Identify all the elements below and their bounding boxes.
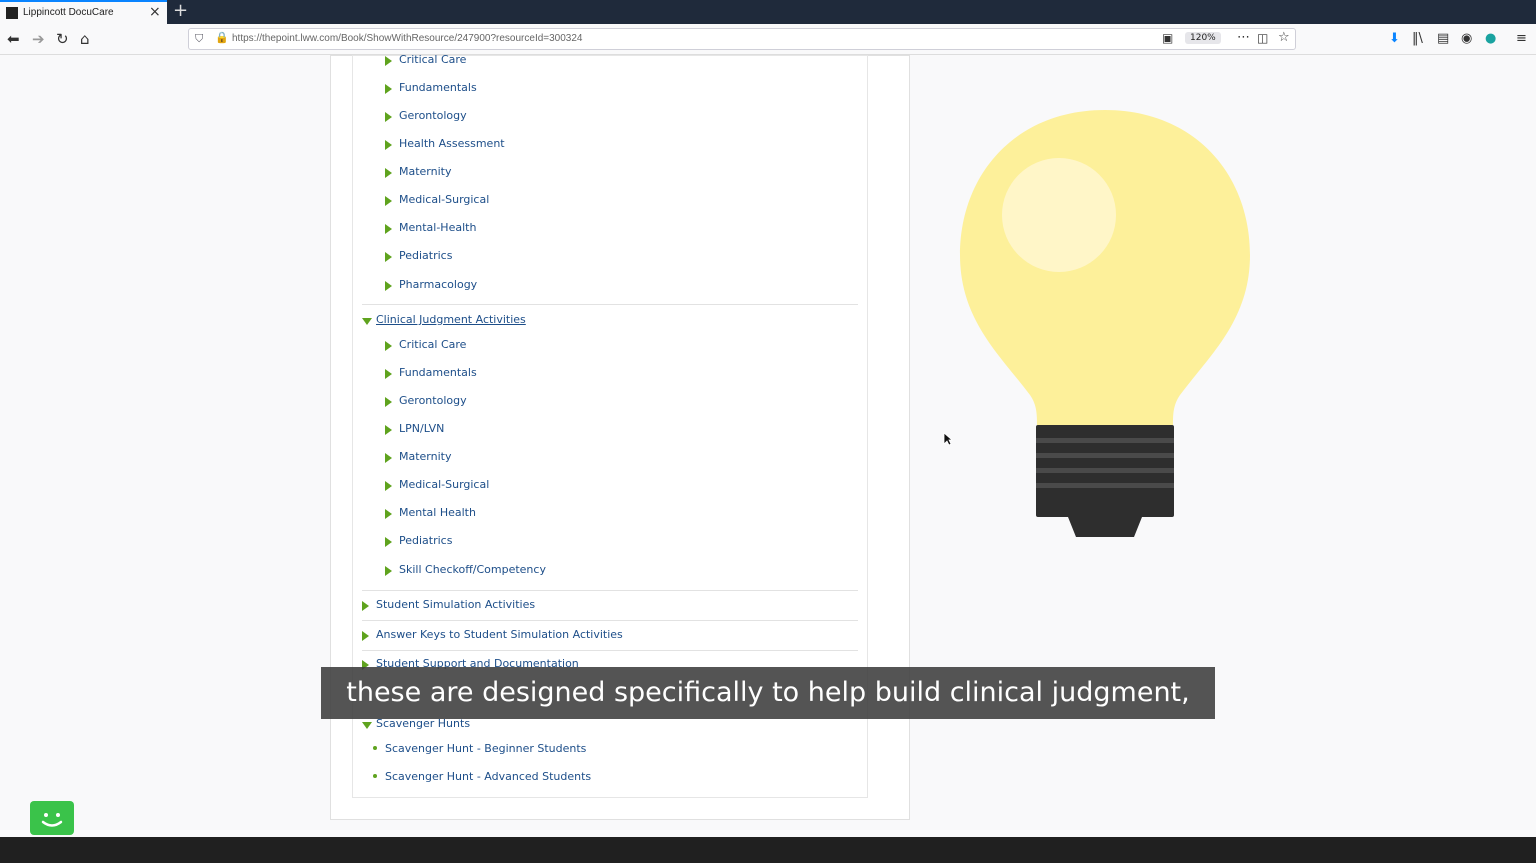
expand-arrow-icon[interactable]: [385, 84, 392, 94]
expand-arrow-icon[interactable]: [385, 425, 392, 435]
shield-icon[interactable]: ⛉: [195, 32, 203, 46]
video-caption: these are designed specifically to help …: [321, 667, 1215, 760]
list-item[interactable]: Fundamentals: [399, 81, 477, 94]
expand-arrow-icon[interactable]: [385, 196, 392, 206]
section-clinical-judgment[interactable]: Clinical Judgment Activities: [376, 313, 526, 326]
list-item[interactable]: Medical-Surgical: [399, 193, 489, 206]
reload-icon[interactable]: ↻: [56, 30, 69, 48]
download-icon[interactable]: ⬇: [1389, 31, 1400, 46]
account-icon[interactable]: ◉: [1461, 31, 1472, 46]
expand-arrow-icon[interactable]: [385, 453, 392, 463]
chat-face-icon: [41, 813, 63, 827]
chat-widget-button[interactable]: [30, 801, 74, 835]
pocket-icon[interactable]: ◫: [1257, 31, 1268, 45]
new-tab-icon[interactable]: +: [173, 0, 188, 21]
lightbulb-icon: [960, 110, 1250, 537]
list-item[interactable]: Scavenger Hunt - Advanced Students: [385, 770, 591, 783]
browser-tab[interactable]: Lippincott DocuCare ×: [0, 0, 167, 24]
list-item[interactable]: Skill Checkoff/Competency: [399, 563, 546, 576]
expand-arrow-icon[interactable]: [385, 537, 392, 547]
sidebar-icon[interactable]: ▤: [1437, 31, 1449, 46]
expand-arrow-icon[interactable]: [385, 252, 392, 262]
caption-text: these are designed specifically to help …: [346, 677, 1190, 760]
section-answer-keys[interactable]: Answer Keys to Student Simulation Activi…: [376, 628, 623, 641]
reader-icon[interactable]: ▣: [1162, 31, 1173, 45]
bottom-bar: [0, 837, 1536, 863]
expand-arrow-icon[interactable]: [362, 601, 369, 611]
list-item[interactable]: Gerontology: [399, 394, 467, 407]
expand-arrow-icon[interactable]: [385, 140, 392, 150]
expand-arrow-icon[interactable]: [385, 112, 392, 122]
bullet-icon: [373, 774, 377, 778]
list-item[interactable]: Critical Care: [399, 53, 466, 66]
expand-arrow-icon[interactable]: [385, 341, 392, 351]
divider: [362, 650, 858, 651]
list-item[interactable]: Scavenger Hunt - Beginner Students: [385, 742, 586, 755]
lock-icon[interactable]: 🔒: [215, 31, 229, 44]
site-favicon-icon: [6, 7, 18, 19]
list-item[interactable]: Pharmacology: [399, 278, 477, 291]
home-icon[interactable]: ⌂: [80, 30, 90, 48]
url-bar[interactable]: ⛉ 🔒 https://thepoint.lww.com/Book/ShowWi…: [188, 28, 1296, 50]
star-icon[interactable]: ☆: [1278, 30, 1290, 45]
list-item[interactable]: Maternity: [399, 450, 452, 463]
expand-arrow-icon[interactable]: [385, 168, 392, 178]
list-item[interactable]: Pediatrics: [399, 534, 452, 547]
back-icon[interactable]: ⬅: [7, 30, 20, 48]
expand-arrow-icon[interactable]: [362, 631, 369, 641]
bullet-icon: [373, 746, 377, 750]
expand-arrow-icon[interactable]: [385, 369, 392, 379]
list-item[interactable]: Fundamentals: [399, 366, 477, 379]
divider: [362, 620, 858, 621]
url-input[interactable]: https://thepoint.lww.com/Book/ShowWithRe…: [232, 33, 583, 44]
list-item[interactable]: Medical-Surgical: [399, 478, 489, 491]
collapse-arrow-icon[interactable]: [362, 722, 372, 729]
zoom-badge[interactable]: 120%: [1185, 32, 1221, 44]
list-item[interactable]: Maternity: [399, 165, 452, 178]
list-item[interactable]: Health Assessment: [399, 137, 505, 150]
more-icon[interactable]: ⋯: [1237, 30, 1250, 45]
divider: [362, 304, 858, 305]
library-icon[interactable]: ‖\: [1412, 31, 1423, 46]
tab-bar: Lippincott DocuCare × +: [0, 0, 1536, 24]
expand-arrow-icon[interactable]: [385, 509, 392, 519]
tab-title: Lippincott DocuCare: [23, 7, 114, 18]
list-item[interactable]: Critical Care: [399, 338, 466, 351]
list-item[interactable]: Mental Health: [399, 506, 476, 519]
list-item[interactable]: Gerontology: [399, 109, 467, 122]
expand-arrow-icon[interactable]: [385, 224, 392, 234]
section-student-simulation[interactable]: Student Simulation Activities: [376, 598, 535, 611]
mouse-cursor-icon: [943, 432, 953, 446]
expand-arrow-icon[interactable]: [385, 566, 392, 576]
forward-icon[interactable]: ➔: [32, 30, 45, 48]
menu-icon[interactable]: ≡: [1516, 31, 1527, 46]
collapse-arrow-icon[interactable]: [362, 318, 372, 325]
expand-arrow-icon[interactable]: [385, 397, 392, 407]
nav-toolbar: ⬅ ➔ ↻ ⌂ ⛉ 🔒 https://thepoint.lww.com/Boo…: [0, 24, 1536, 55]
expand-arrow-icon[interactable]: [385, 56, 392, 66]
list-item[interactable]: Mental-Health: [399, 221, 476, 234]
expand-arrow-icon[interactable]: [385, 481, 392, 491]
close-tab-icon[interactable]: ×: [149, 4, 161, 20]
extension-icon[interactable]: ●: [1485, 31, 1496, 46]
expand-arrow-icon[interactable]: [385, 281, 392, 291]
list-item[interactable]: Pediatrics: [399, 249, 452, 262]
list-item[interactable]: LPN/LVN: [399, 422, 444, 435]
divider: [362, 590, 858, 591]
